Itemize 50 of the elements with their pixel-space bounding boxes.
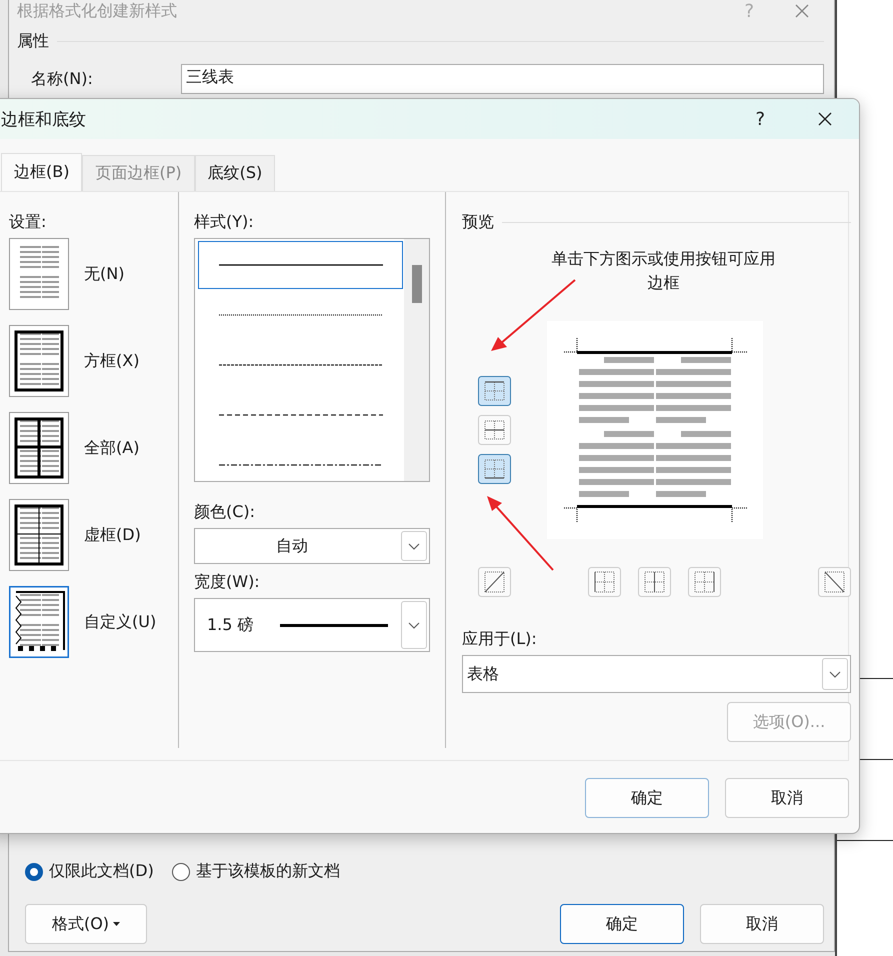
window-title: 边框和底纹 (1, 108, 86, 130)
border-toggle-button[interactable] (478, 376, 511, 406)
cancel-button[interactable]: 取消 (725, 778, 849, 818)
section-label: 设置: (9, 212, 48, 233)
border-setting-icon[interactable] (9, 412, 69, 484)
window-title: 根据格式化创建新样式 (17, 0, 177, 22)
border-setting-icon[interactable] (9, 325, 69, 397)
ok-button[interactable]: 确定 (560, 904, 684, 944)
hint-text: 单击下方图示或使用按钮可应用边框 (550, 248, 776, 294)
field-label: 应用于(L): (462, 629, 538, 650)
border-toggle-button[interactable] (588, 567, 621, 597)
radio-label: 仅限此文档(D) (49, 861, 154, 882)
setting-label[interactable]: 方框(X) (84, 350, 140, 372)
width-dropdown[interactable]: 1.5 磅 (194, 598, 430, 652)
border-toggle-button[interactable] (478, 454, 511, 484)
tab[interactable]: 边框(B) (1, 153, 82, 191)
border-toggle-button[interactable] (638, 567, 671, 597)
border-toggle-button[interactable] (478, 415, 511, 445)
radio-button[interactable] (25, 862, 43, 880)
border-setting-icon[interactable] (9, 586, 69, 658)
section-label: 样式(Y): (194, 212, 255, 233)
field-label: 名称(N): (30, 68, 94, 90)
border-toggle-button[interactable] (688, 567, 721, 597)
help-button[interactable]: ? (755, 108, 765, 130)
setting-label[interactable]: 全部(A) (84, 438, 140, 458)
format-button[interactable]: 格式(O) (25, 904, 147, 944)
close-icon[interactable] (817, 111, 833, 127)
field-label: 颜色(C): (194, 502, 256, 523)
line-style-list[interactable] (194, 238, 430, 482)
color-dropdown[interactable]: 自动 (194, 528, 430, 564)
name-field[interactable]: 三线表 (181, 64, 824, 94)
setting-label[interactable]: 无(N) (84, 264, 124, 284)
tab[interactable]: 底纹(S) (194, 155, 276, 191)
border-toggle-button[interactable] (478, 567, 511, 597)
setting-label[interactable]: 自定义(U) (84, 612, 156, 632)
setting-label[interactable]: 虚框(D) (84, 524, 141, 546)
radio-label: 基于该模板的新文档 (196, 861, 340, 882)
border-preview[interactable] (547, 321, 763, 539)
section-title: 属性 (17, 31, 49, 52)
line-style-item[interactable] (198, 241, 403, 289)
field-label: 宽度(W): (194, 572, 261, 593)
border-toggle-button[interactable] (818, 567, 851, 597)
cancel-button[interactable]: 取消 (700, 904, 824, 944)
border-setting-icon[interactable] (9, 499, 69, 571)
caret-icon (113, 922, 120, 926)
section-title: 预览 (462, 212, 494, 233)
apply-to-dropdown[interactable]: 表格 (462, 655, 851, 693)
scrollbar[interactable] (404, 239, 429, 481)
radio-button[interactable] (172, 862, 190, 880)
ok-button[interactable]: 确定 (585, 778, 709, 818)
